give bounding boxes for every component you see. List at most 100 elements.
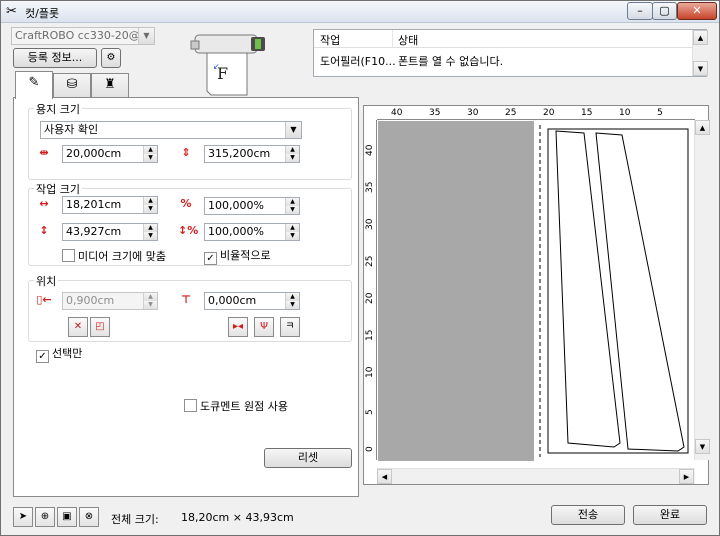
check-icon: ✓ xyxy=(36,350,49,363)
selection-only-checkbox[interactable]: ✓ 선택만 xyxy=(36,347,82,363)
checkbox-box xyxy=(62,249,75,262)
preview-canvas[interactable] xyxy=(378,121,696,461)
center-vertical-icon[interactable]: Ψ xyxy=(254,317,274,337)
scroll-right-icon[interactable]: ▶ xyxy=(679,469,694,484)
spin-up-icon[interactable]: ▲ xyxy=(285,224,299,232)
scroll-down-icon[interactable]: ▼ xyxy=(695,439,710,454)
status-bar: ➤ ⊕ ▣ ⊗ 전체 크기: 18,20cm × 43,93cm 전송 완료 xyxy=(1,503,719,535)
scroll-up-icon[interactable]: ▲ xyxy=(695,120,710,135)
paper-size-label: 용지 크기 xyxy=(34,101,82,117)
device-settings-icon[interactable]: ⚙ xyxy=(101,48,121,68)
spin-up-icon[interactable]: ▲ xyxy=(143,146,157,154)
done-button[interactable]: 완료 xyxy=(633,505,707,525)
spin-up-icon[interactable]: ▲ xyxy=(285,146,299,154)
spin-down-icon[interactable]: ▼ xyxy=(285,154,299,162)
status-cell: 폰트를 열 수 없습니다. xyxy=(398,55,504,68)
app-icon: ✂ xyxy=(6,4,17,19)
position-y-icon: ⊤ xyxy=(180,293,192,306)
tab-cut-settings[interactable]: ✎ xyxy=(15,71,53,99)
paper-width-value: 20,000cm xyxy=(66,147,122,160)
spin-down-icon[interactable]: ▼ xyxy=(143,154,157,162)
spin-down-icon[interactable]: ▼ xyxy=(143,205,157,213)
work-width-field[interactable]: 18,201cm ▲ ▼ xyxy=(62,196,158,214)
spin-up-icon[interactable]: ▲ xyxy=(143,197,157,205)
scroll-left-icon[interactable]: ◀ xyxy=(377,469,392,484)
scale-y-field[interactable]: 100,000% ▲ ▼ xyxy=(204,223,300,241)
paper-height-field[interactable]: 315,200cm ▲ ▼ xyxy=(204,145,300,163)
settings-panel: 용지 크기 사용자 확인 ▼ ⇹ 20,000cm ▲ ▼ ⇕ 315,200c… xyxy=(13,97,359,497)
preview-horizontal-scrollbar[interactable]: ◀ ▶ xyxy=(377,468,695,484)
scale-x-value: 100,000% xyxy=(208,199,264,212)
device-select[interactable]: CraftROBO cc330-20@Gra ▼ xyxy=(11,27,155,45)
scroll-up-icon[interactable]: ▲ xyxy=(693,30,708,45)
fit-media-checkbox[interactable]: 미디어 크기에 맞춤 xyxy=(62,249,166,264)
scale-y-icon: ↕% xyxy=(178,224,199,237)
center-horizontal-icon[interactable]: ▸◂ xyxy=(228,317,248,337)
device-select-value: CraftROBO cc330-20@Gra xyxy=(15,29,155,42)
scale-x-field[interactable]: 100,000% ▲ ▼ xyxy=(204,197,300,215)
paper-width-icon: ⇹ xyxy=(39,146,49,159)
job-list-scrollbar[interactable]: ▲ ▼ xyxy=(692,30,708,76)
cutter-icon: ✎ xyxy=(28,75,40,90)
spin-up-icon[interactable]: ▲ xyxy=(285,198,299,206)
job-list[interactable]: 작업 상태 도어필러(F10... 폰트를 열 수 없습니다. ▲ ▼ xyxy=(313,29,708,77)
spin-down-icon[interactable]: ▼ xyxy=(285,232,299,240)
spin-down-icon[interactable]: ▼ xyxy=(285,206,299,214)
status-column-header[interactable]: 상태 xyxy=(398,32,418,48)
position-y-field[interactable]: 0,000cm ▲ ▼ xyxy=(204,292,300,310)
position-x-field[interactable]: 0,900cm ▲ ▼ xyxy=(62,292,158,310)
spin-up-icon[interactable]: ▲ xyxy=(143,293,157,301)
pointer-icon[interactable]: ➤ xyxy=(13,507,33,527)
work-width-value: 18,201cm xyxy=(66,198,122,211)
register-info-button[interactable]: 등록 정보... xyxy=(13,48,97,68)
paper-size-select[interactable]: 사용자 확인 ▼ xyxy=(40,121,302,139)
zoom-page-icon[interactable]: ⊗ xyxy=(79,507,99,527)
tab-tool[interactable]: ♜ xyxy=(91,73,129,97)
total-size-label: 전체 크기: xyxy=(111,513,159,526)
ruler-tick-label: 30 xyxy=(365,218,375,230)
svg-text:↙: ↙ xyxy=(213,62,220,71)
job-list-header: 작업 상태 xyxy=(314,30,692,48)
title-bar[interactable]: ✂ 컷/플롯 – ▢ ✕ xyxy=(1,1,719,23)
ruler-tick-label: 10 xyxy=(365,366,375,378)
position-y-value: 0,000cm xyxy=(208,294,257,307)
zoom-in-icon[interactable]: ⊕ xyxy=(35,507,55,527)
ruler-tick-label: 35 xyxy=(365,181,375,193)
ruler-tick-label: 15 xyxy=(581,108,593,118)
proportional-checkbox[interactable]: ✓ 비율적으로 xyxy=(204,249,271,265)
spin-down-icon[interactable]: ▼ xyxy=(143,301,157,309)
work-height-value: 43,927cm xyxy=(66,225,122,238)
spin-down-icon[interactable]: ▼ xyxy=(285,301,299,309)
ruler-tick-label: 35 xyxy=(429,108,441,118)
work-height-field[interactable]: 43,927cm ▲ ▼ xyxy=(62,223,158,241)
scale-x-icon: % xyxy=(180,197,192,210)
preview-vertical-scrollbar[interactable]: ▲ ▼ xyxy=(694,120,710,460)
spin-up-icon[interactable]: ▲ xyxy=(143,224,157,232)
move-origin-icon[interactable]: ✕ xyxy=(68,317,88,337)
maximize-button[interactable]: ▢ xyxy=(652,2,677,20)
paper-size-group xyxy=(28,108,352,180)
send-button[interactable]: 전송 xyxy=(551,505,625,525)
plotter-illustration: F ↙ xyxy=(190,34,265,96)
close-button[interactable]: ✕ xyxy=(677,2,717,20)
total-size-value: 18,20cm × 43,93cm xyxy=(181,511,294,524)
reset-button[interactable]: 리셋 xyxy=(264,448,352,468)
cut-plot-window: ✂ 컷/플롯 – ▢ ✕ CraftROBO cc330-20@Gra ▼ 등록… xyxy=(0,0,720,536)
spin-down-icon[interactable]: ▼ xyxy=(143,232,157,240)
document-origin-label: 도큐멘트 원점 사용 xyxy=(200,400,288,413)
align-corner-icon[interactable]: ◰ xyxy=(90,317,110,337)
minimize-button[interactable]: – xyxy=(627,2,653,20)
cut-paths xyxy=(539,125,689,457)
spin-up-icon[interactable]: ▲ xyxy=(285,293,299,301)
zoom-fit-icon[interactable]: ▣ xyxy=(57,507,77,527)
rotate-button[interactable]: ㅋ xyxy=(280,317,300,337)
work-height-icon: ↕ xyxy=(39,224,49,237)
preview-pane[interactable]: 40 35 30 25 20 15 10 5 40 35 30 25 20 15 10 5 0 ▲ ▼ ◀ ▶ xyxy=(363,105,710,485)
ruler-tick-label: 30 xyxy=(467,108,479,118)
job-column-header[interactable]: 작업 xyxy=(320,32,340,48)
document-origin-checkbox[interactable]: 도큐멘트 원점 사용 xyxy=(184,399,288,414)
paper-width-field[interactable]: 20,000cm ▲ ▼ xyxy=(62,145,158,163)
selection-only-label: 선택만 xyxy=(52,347,83,360)
tab-media[interactable]: ⛁ xyxy=(53,73,91,97)
scroll-down-icon[interactable]: ▼ xyxy=(693,61,708,76)
